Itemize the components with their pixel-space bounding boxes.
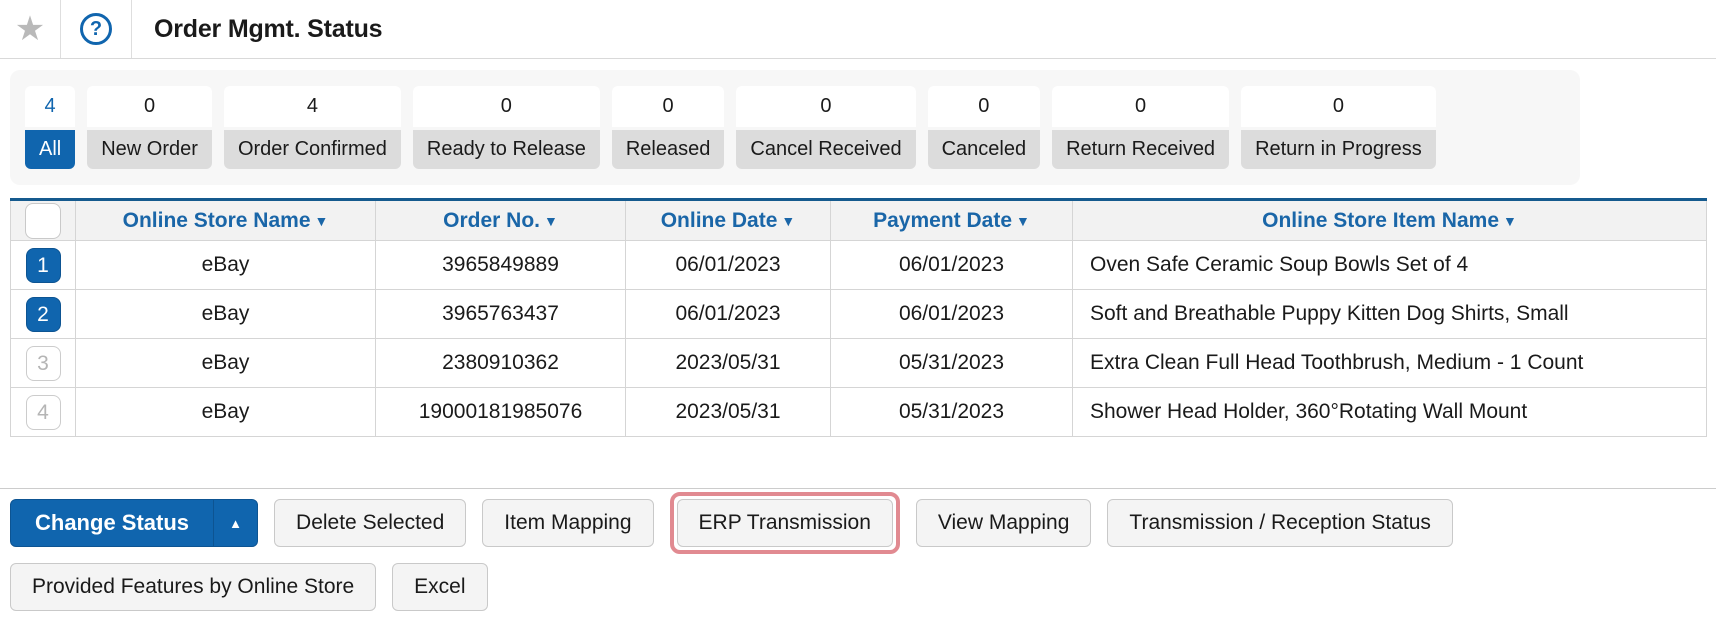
status-tab-return-received[interactable]: 0 Return Received [1052,86,1229,169]
item-mapping-button[interactable]: Item Mapping [482,499,653,547]
tab-label: New Order [87,130,212,169]
table-row[interactable]: 1 eBay 3965849889 06/01/2023 06/01/2023 … [11,241,1707,290]
help-cell: ? [61,0,131,58]
row-select-cell: 1 [11,241,76,290]
cell-item-name: Oven Safe Ceramic Soup Bowls Set of 4 [1073,241,1707,290]
cell-payment-date: 06/01/2023 [831,290,1073,339]
change-status-button[interactable]: Change Status ▲ [10,499,258,547]
delete-selected-button[interactable]: Delete Selected [274,499,466,547]
cell-online-date: 2023/05/31 [626,339,831,388]
status-tab-order-confirmed[interactable]: 4 Order Confirmed [224,86,401,169]
status-tab-released[interactable]: 0 Released [612,86,725,169]
help-icon[interactable]: ? [80,13,112,45]
sort-arrow-icon: ▼ [1016,213,1030,229]
change-status-label: Change Status [11,500,213,546]
col-label: Online Date [661,209,778,232]
select-all-checkbox[interactable] [25,203,61,239]
sort-arrow-icon: ▼ [544,213,558,229]
sort-arrow-icon: ▼ [781,213,795,229]
action-bar-primary: Change Status ▲ Delete Selected Item Map… [10,499,1716,547]
table-row[interactable]: 4 eBay 19000181985076 2023/05/31 05/31/2… [11,388,1707,437]
tab-count: 4 [224,86,401,127]
cell-item-name: Shower Head Holder, 360°Rotating Wall Mo… [1073,388,1707,437]
cell-payment-date: 05/31/2023 [831,339,1073,388]
col-label: Online Store Item Name [1262,209,1499,232]
action-bar-secondary: Provided Features by Online Store Excel [10,563,1716,611]
status-tab-return-in-progress[interactable]: 0 Return in Progress [1241,86,1436,169]
row-select-badge[interactable]: 2 [26,297,61,332]
table-row[interactable]: 2 eBay 3965763437 06/01/2023 06/01/2023 … [11,290,1707,339]
cell-order-no: 19000181985076 [376,388,626,437]
col-label: Online Store Name [123,209,311,232]
provided-features-button[interactable]: Provided Features by Online Store [10,563,376,611]
col-header-order-no[interactable]: Order No.▼ [376,200,626,241]
row-select-cell: 2 [11,290,76,339]
tab-count: 0 [1241,86,1436,127]
status-tab-ready-to-release[interactable]: 0 Ready to Release [413,86,600,169]
cell-online-date: 06/01/2023 [626,241,831,290]
tab-count: 4 [25,86,75,127]
row-select-badge[interactable]: 1 [26,248,61,283]
select-all-header-cell [11,200,76,241]
cell-order-no: 2380910362 [376,339,626,388]
tab-label: Canceled [928,130,1041,169]
view-mapping-button[interactable]: View Mapping [916,499,1092,547]
table-row[interactable]: 3 eBay 2380910362 2023/05/31 05/31/2023 … [11,339,1707,388]
cell-item-name: Soft and Breathable Puppy Kitten Dog Shi… [1073,290,1707,339]
tab-count: 0 [928,86,1041,127]
tab-label: Return in Progress [1241,130,1436,169]
tab-label: Cancel Received [736,130,915,169]
col-header-online-store-name[interactable]: Online Store Name▼ [76,200,376,241]
erp-transmission-button[interactable]: ERP Transmission [677,499,893,547]
favorite-star-icon[interactable]: ★ [15,12,45,46]
page-title: Order Mgmt. Status [132,0,382,58]
col-header-online-date[interactable]: Online Date▼ [626,200,831,241]
cell-order-no: 3965763437 [376,290,626,339]
tab-label: Ready to Release [413,130,600,169]
cell-store: eBay [76,339,376,388]
divider [0,488,1716,489]
cell-payment-date: 05/31/2023 [831,388,1073,437]
cell-online-date: 06/01/2023 [626,290,831,339]
status-tab-bar: 4 All 0 New Order 4 Order Confirmed 0 Re… [10,70,1580,185]
status-tab-canceled[interactable]: 0 Canceled [928,86,1041,169]
tab-count: 0 [87,86,212,127]
cell-payment-date: 06/01/2023 [831,241,1073,290]
cell-order-no: 3965849889 [376,241,626,290]
cell-store: eBay [76,388,376,437]
row-select-badge[interactable]: 4 [26,395,61,430]
cell-item-name: Extra Clean Full Head Toothbrush, Medium… [1073,339,1707,388]
erp-transmission-highlight-ring: ERP Transmission [670,492,900,554]
cell-store: eBay [76,290,376,339]
transmission-reception-status-button[interactable]: Transmission / Reception Status [1107,499,1453,547]
favorite-cell: ★ [0,0,60,58]
row-select-cell: 4 [11,388,76,437]
tab-count: 0 [736,86,915,127]
chevron-up-icon[interactable]: ▲ [213,500,257,546]
cell-online-date: 2023/05/31 [626,388,831,437]
row-select-badge[interactable]: 3 [26,346,61,381]
top-bar: ★ ? Order Mgmt. Status [0,0,1716,59]
tab-label: Released [612,130,725,169]
col-label: Order No. [443,209,540,232]
tab-count: 0 [1052,86,1229,127]
status-tab-new-order[interactable]: 0 New Order [87,86,212,169]
cell-store: eBay [76,241,376,290]
sort-arrow-icon: ▼ [315,213,329,229]
col-header-payment-date[interactable]: Payment Date▼ [831,200,1073,241]
tab-label: All [25,130,75,169]
status-tab-cancel-received[interactable]: 0 Cancel Received [736,86,915,169]
tab-label: Return Received [1052,130,1229,169]
tab-count: 0 [413,86,600,127]
table-header-row: Online Store Name▼ Order No.▼ Online Dat… [11,200,1707,241]
col-label: Payment Date [873,209,1012,232]
row-select-cell: 3 [11,339,76,388]
col-header-online-store-item-name[interactable]: Online Store Item Name▼ [1073,200,1707,241]
excel-button[interactable]: Excel [392,563,487,611]
status-tab-all[interactable]: 4 All [25,86,75,169]
tab-label: Order Confirmed [224,130,401,169]
orders-table: Online Store Name▼ Order No.▼ Online Dat… [10,198,1707,437]
sort-arrow-icon: ▼ [1503,213,1517,229]
tab-count: 0 [612,86,725,127]
